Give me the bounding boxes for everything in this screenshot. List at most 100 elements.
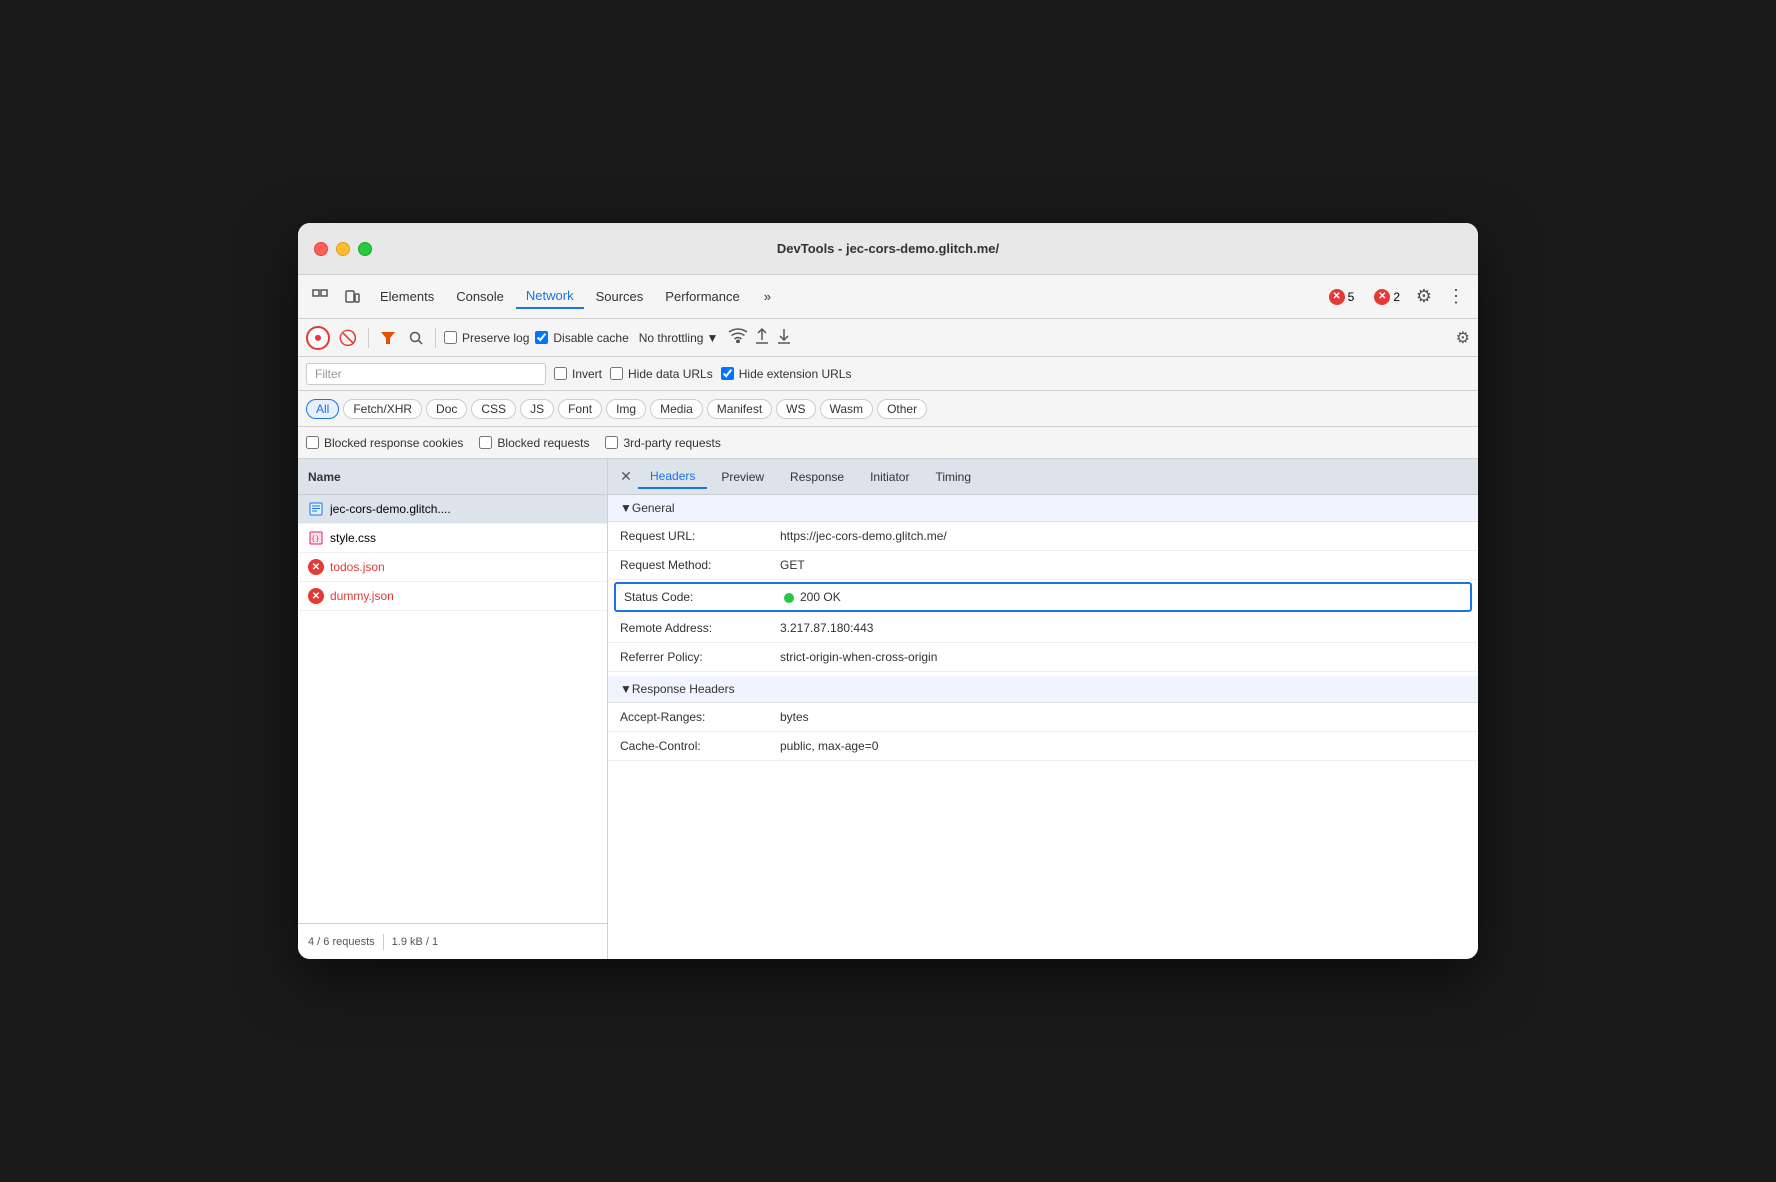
tab-elements[interactable]: Elements <box>370 285 444 308</box>
close-button[interactable] <box>314 242 328 256</box>
device-icon[interactable] <box>338 283 366 311</box>
more-options-button[interactable]: ⋮ <box>1442 283 1470 311</box>
inspector-icon[interactable] <box>306 283 334 311</box>
filter-input[interactable] <box>306 363 546 385</box>
tab-preview[interactable]: Preview <box>709 466 776 488</box>
list-item[interactable]: ✕ todos.json <box>298 553 607 582</box>
detail-value: strict-origin-when-cross-origin <box>780 650 1466 664</box>
record-button[interactable]: ⏺ <box>306 326 330 350</box>
preserve-log-checkbox[interactable]: Preserve log <box>444 331 529 345</box>
close-detail-button[interactable]: ✕ <box>616 467 636 487</box>
title-bar: DevTools - jec-cors-demo.glitch.me/ <box>298 223 1478 275</box>
error-count: 5 <box>1348 290 1355 304</box>
third-party-checkbox[interactable]: 3rd-party requests <box>605 436 720 450</box>
filter-chips: All Fetch/XHR Doc CSS JS Font Img Media … <box>306 399 927 419</box>
chip-wasm[interactable]: Wasm <box>820 399 874 419</box>
minimize-button[interactable] <box>336 242 350 256</box>
detail-label: Cache-Control: <box>620 739 780 753</box>
detail-value: 200 OK <box>784 590 1462 604</box>
chip-fetch-xhr[interactable]: Fetch/XHR <box>343 399 422 419</box>
chip-media[interactable]: Media <box>650 399 703 419</box>
detail-tabs: ✕ Headers Preview Response Initiator Tim… <box>608 459 1478 495</box>
tab-initiator[interactable]: Initiator <box>858 466 921 488</box>
chip-css[interactable]: CSS <box>471 399 516 419</box>
wifi-icon[interactable] <box>728 327 748 348</box>
settings-button[interactable]: ⚙ <box>1410 283 1438 311</box>
detail-content: ▼General Request URL: https://jec-cors-d… <box>608 495 1478 959</box>
warning-icon: ✕ <box>1374 289 1390 305</box>
general-section-content: Request URL: https://jec-cors-demo.glitc… <box>608 522 1478 672</box>
detail-value: public, max-age=0 <box>780 739 1466 753</box>
error-badge[interactable]: ✕ 5 <box>1323 287 1361 307</box>
list-item[interactable]: jec-cors-demo.glitch.... <box>298 495 607 524</box>
detail-panel: ✕ Headers Preview Response Initiator Tim… <box>608 459 1478 959</box>
detail-row-remote-address: Remote Address: 3.217.87.180:443 <box>608 614 1478 643</box>
error-icon: ✕ <box>308 588 324 604</box>
hide-data-urls-checkbox[interactable]: Hide data URLs <box>610 367 713 381</box>
status-dot <box>784 593 794 603</box>
detail-value: 3.217.87.180:443 <box>780 621 1466 635</box>
error-icon: ✕ <box>1329 289 1345 305</box>
tab-list: Elements Console Network Sources Perform… <box>370 284 750 309</box>
chip-doc[interactable]: Doc <box>426 399 467 419</box>
chip-ws[interactable]: WS <box>776 399 815 419</box>
detail-row-status-code: Status Code: 200 OK <box>614 582 1472 612</box>
filter-button[interactable] <box>377 327 399 349</box>
network-settings-icon[interactable]: ⚙ <box>1456 328 1470 348</box>
warning-count: 2 <box>1393 290 1400 304</box>
blocked-requests-checkbox[interactable]: Blocked requests <box>479 436 589 450</box>
list-item[interactable]: {} style.css <box>298 524 607 553</box>
chip-manifest[interactable]: Manifest <box>707 399 772 419</box>
tab-timing[interactable]: Timing <box>923 466 983 488</box>
detail-row-referrer-policy: Referrer Policy: strict-origin-when-cros… <box>608 643 1478 672</box>
search-button[interactable] <box>405 327 427 349</box>
detail-label: Request URL: <box>620 529 780 543</box>
detail-label: Referrer Policy: <box>620 650 780 664</box>
network-toolbar: ⏺ 🚫 Preserve log Disable cache No thrott… <box>298 319 1478 357</box>
chip-other[interactable]: Other <box>877 399 927 419</box>
item-name: todos.json <box>330 560 597 574</box>
chip-font[interactable]: Font <box>558 399 602 419</box>
blocked-cookies-checkbox[interactable]: Blocked response cookies <box>306 436 463 450</box>
checkbox-filter-row: Blocked response cookies Blocked request… <box>298 427 1478 459</box>
disable-cache-checkbox[interactable]: Disable cache <box>535 331 628 345</box>
requests-count: 4 / 6 requests <box>308 936 375 948</box>
download-icon[interactable] <box>776 327 792 349</box>
warning-badge[interactable]: ✕ 2 <box>1368 287 1406 307</box>
devtools-window: DevTools - jec-cors-demo.glitch.me/ Elem… <box>298 223 1478 959</box>
tab-headers[interactable]: Headers <box>638 465 707 489</box>
chip-img[interactable]: Img <box>606 399 646 419</box>
request-list: jec-cors-demo.glitch.... {} style.css <box>298 495 607 923</box>
clear-button[interactable]: 🚫 <box>336 326 360 350</box>
maximize-button[interactable] <box>358 242 372 256</box>
sidebar-footer: 4 / 6 requests 1.9 kB / 1 <box>298 923 607 959</box>
request-list-sidebar: Name jec-cors-demo.glitch.... <box>298 459 608 959</box>
response-headers-section-content: Accept-Ranges: bytes Cache-Control: publ… <box>608 703 1478 761</box>
general-section-header: ▼General <box>608 495 1478 522</box>
throttle-select[interactable]: No throttling ▼ <box>635 329 723 347</box>
window-title: DevTools - jec-cors-demo.glitch.me/ <box>777 241 999 256</box>
list-item[interactable]: ✕ dummy.json <box>298 582 607 611</box>
detail-value: bytes <box>780 710 1466 724</box>
invert-checkbox[interactable]: Invert <box>554 367 602 381</box>
upload-icon[interactable] <box>754 327 770 349</box>
svg-text:{}: {} <box>311 535 319 543</box>
chip-js[interactable]: JS <box>520 399 554 419</box>
size-info: 1.9 kB / 1 <box>392 936 438 948</box>
css-icon: {} <box>308 530 324 546</box>
detail-label: Accept-Ranges: <box>620 710 780 724</box>
tab-performance[interactable]: Performance <box>655 285 749 308</box>
response-headers-section-header: ▼Response Headers <box>608 676 1478 703</box>
tab-console[interactable]: Console <box>446 285 514 308</box>
more-tabs-button[interactable]: » <box>754 285 781 308</box>
doc-icon <box>308 501 324 517</box>
detail-value: https://jec-cors-demo.glitch.me/ <box>780 529 1466 543</box>
hide-extension-urls-checkbox[interactable]: Hide extension URLs <box>721 367 852 381</box>
tab-sources[interactable]: Sources <box>586 285 654 308</box>
tab-network[interactable]: Network <box>516 284 584 309</box>
item-name: jec-cors-demo.glitch.... <box>330 502 597 516</box>
chip-all[interactable]: All <box>306 399 339 419</box>
error-icon: ✕ <box>308 559 324 575</box>
detail-label: Remote Address: <box>620 621 780 635</box>
tab-response[interactable]: Response <box>778 466 856 488</box>
